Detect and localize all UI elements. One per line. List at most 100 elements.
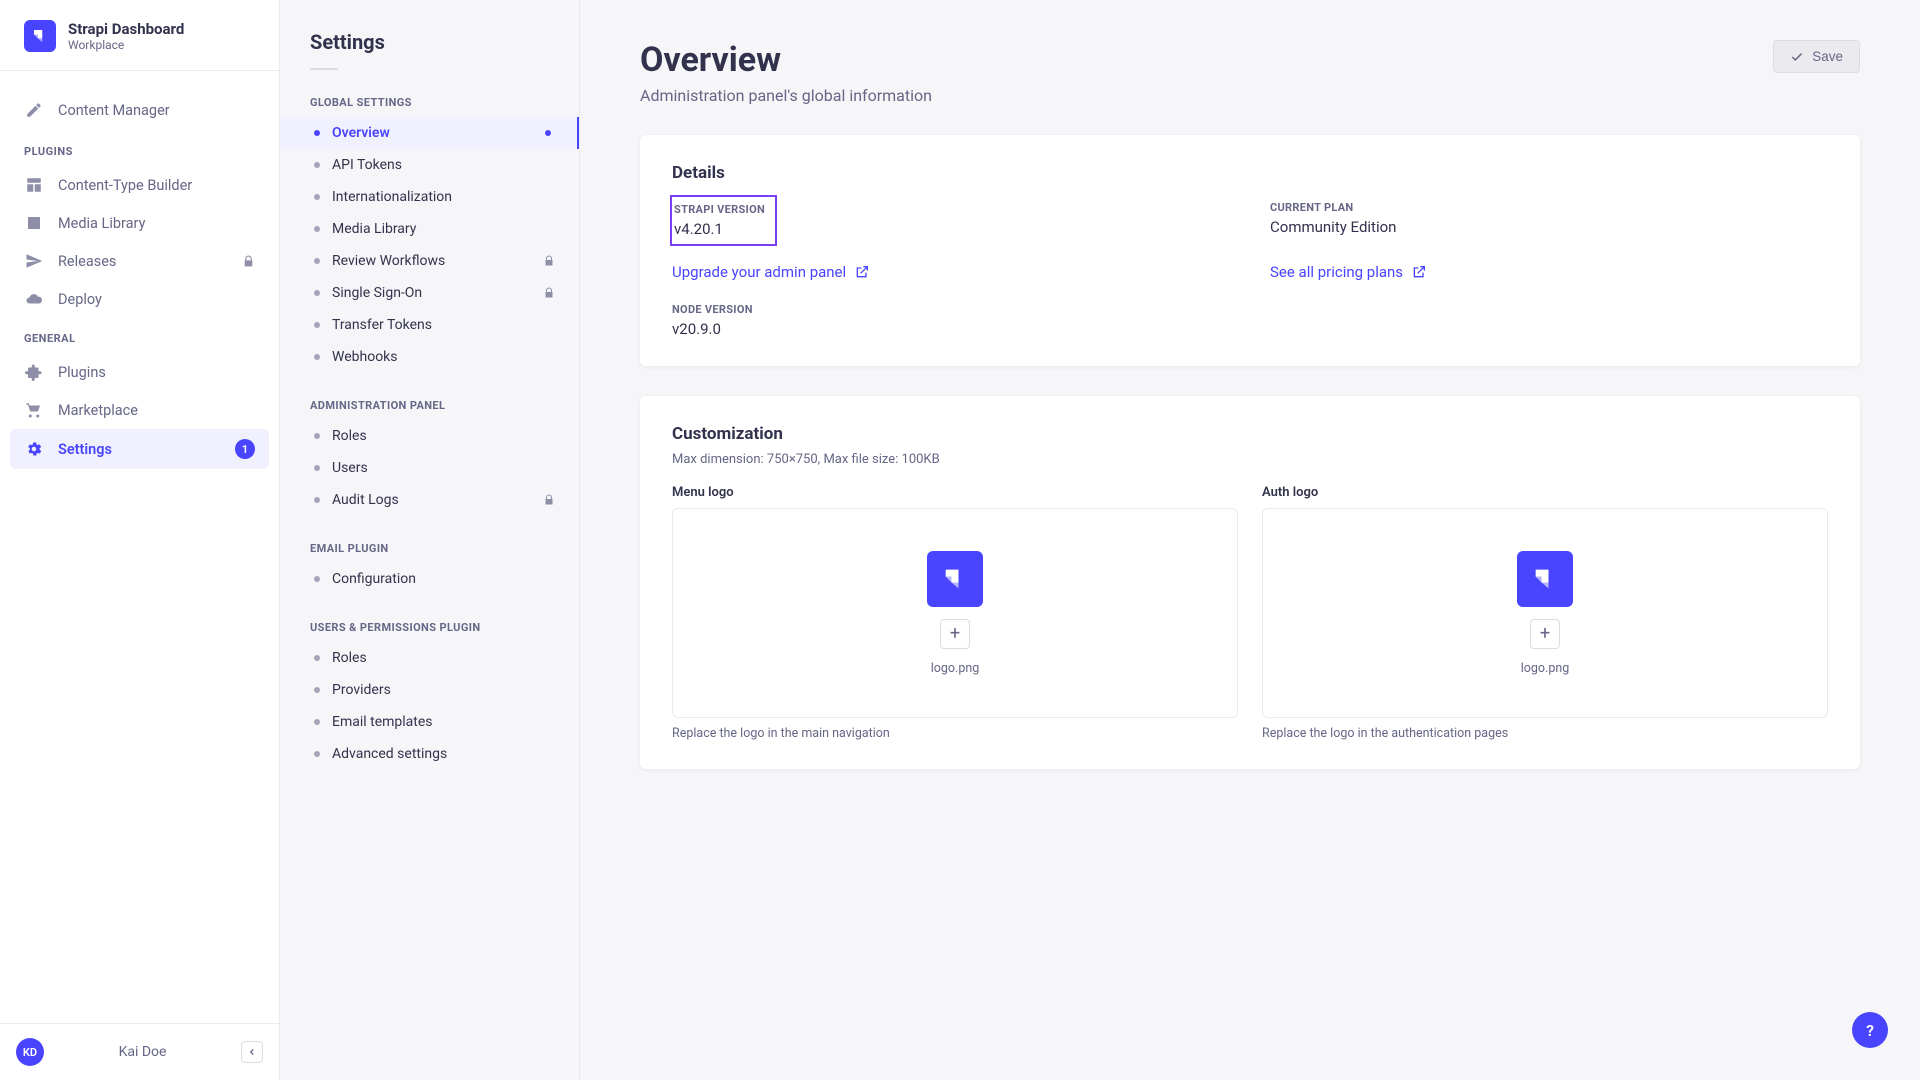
help-button[interactable]: ?: [1852, 1012, 1888, 1048]
lock-icon: [543, 255, 555, 267]
strapi-logo-icon: [24, 20, 56, 52]
sidebar-item-label: Releases: [58, 253, 116, 270]
check-icon: [1790, 50, 1804, 64]
main-sidebar: Strapi Dashboard Workplace Content Manag…: [0, 0, 280, 1080]
pricing-link[interactable]: See all pricing plans: [1270, 263, 1427, 281]
subnav-item-media[interactable]: Media Library: [280, 213, 579, 245]
subnav-item-api-tokens[interactable]: API Tokens: [280, 149, 579, 181]
pencil-square-icon: [24, 101, 44, 119]
page-title: Overview: [640, 40, 932, 80]
save-button[interactable]: Save: [1773, 40, 1860, 73]
details-heading: Details: [672, 163, 1828, 183]
sidebar-item-label: Marketplace: [58, 402, 138, 419]
customization-sub: Max dimension: 750×750, Max file size: 1…: [672, 452, 1828, 467]
sidebar-footer: KD Kai Doe: [0, 1023, 279, 1080]
current-plan-value: Community Edition: [1270, 218, 1828, 236]
menu-logo-filename: logo.png: [931, 661, 980, 676]
customization-card: Customization Max dimension: 750×750, Ma…: [640, 396, 1860, 769]
auth-logo-label: Auth logo: [1262, 485, 1828, 500]
external-link-icon: [1411, 264, 1427, 280]
sidebar-item-media[interactable]: Media Library: [10, 204, 269, 242]
subnav-item-sso[interactable]: Single Sign-On: [280, 277, 579, 309]
subnav-item-users-admin[interactable]: Users: [280, 452, 579, 484]
auth-logo-preview: [1517, 551, 1573, 607]
strapi-version-value: v4.20.1: [674, 220, 765, 238]
plus-icon: +: [950, 623, 960, 644]
subnav-item-transfer-tokens[interactable]: Transfer Tokens: [280, 309, 579, 341]
subnav-item-i18n[interactable]: Internationalization: [280, 181, 579, 213]
sidebar-item-label: Content Manager: [58, 102, 170, 119]
subnav-section-users-perm: USERS & PERMISSIONS PLUGIN: [280, 595, 579, 642]
current-plan-label: CURRENT PLAN: [1270, 201, 1828, 214]
sidebar-item-settings[interactable]: Settings 1: [10, 429, 269, 469]
menu-logo-label: Menu logo: [672, 485, 1238, 500]
save-button-label: Save: [1812, 49, 1843, 64]
lock-icon: [543, 287, 555, 299]
node-version-label: NODE VERSION: [672, 303, 1230, 316]
subnav-item-email-templates[interactable]: Email templates: [280, 706, 579, 738]
brand-header[interactable]: Strapi Dashboard Workplace: [0, 0, 279, 71]
sidebar-item-label: Settings: [58, 441, 112, 458]
strapi-version-highlight: STRAPI VERSION v4.20.1: [670, 195, 777, 246]
user-name: Kai Doe: [58, 1044, 227, 1060]
brand-subtitle: Workplace: [68, 38, 184, 52]
external-link-icon: [854, 264, 870, 280]
auth-logo-box: + logo.png: [1262, 508, 1828, 718]
sidebar-item-label: Content-Type Builder: [58, 177, 192, 194]
sidebar-item-marketplace[interactable]: Marketplace: [10, 391, 269, 429]
auth-logo-add-button[interactable]: +: [1530, 619, 1560, 649]
plus-icon: +: [1540, 623, 1550, 644]
subnav-section-admin: ADMINISTRATION PANEL: [280, 373, 579, 420]
settings-subnav: Settings GLOBAL SETTINGS Overview API To…: [280, 0, 580, 1080]
strapi-version-label: STRAPI VERSION: [674, 203, 765, 216]
sidebar-item-ctb[interactable]: Content-Type Builder: [10, 166, 269, 204]
paper-plane-icon: [24, 252, 44, 270]
subnav-item-roles-admin[interactable]: Roles: [280, 420, 579, 452]
sidebar-item-label: Media Library: [58, 215, 145, 232]
collapse-sidebar-button[interactable]: [241, 1041, 263, 1063]
brand-title: Strapi Dashboard: [68, 20, 184, 38]
main-content: Overview Administration panel's global i…: [580, 0, 1920, 1080]
subnav-item-roles-up[interactable]: Roles: [280, 642, 579, 674]
subnav-item-advanced[interactable]: Advanced settings: [280, 738, 579, 770]
sidebar-item-label: Deploy: [58, 291, 102, 308]
image-icon: [24, 214, 44, 232]
sidebar-item-releases[interactable]: Releases: [10, 242, 269, 280]
subnav-section-global: GLOBAL SETTINGS: [280, 70, 579, 117]
subnav-item-overview[interactable]: Overview: [280, 117, 579, 149]
sidebar-item-plugins[interactable]: Plugins: [10, 353, 269, 391]
subnav-item-audit-logs[interactable]: Audit Logs: [280, 484, 579, 516]
gear-icon: [24, 440, 44, 458]
cloud-icon: [24, 290, 44, 308]
sidebar-item-deploy[interactable]: Deploy: [10, 280, 269, 318]
details-card: Details STRAPI VERSION v4.20.1 CURRENT P…: [640, 135, 1860, 366]
settings-badge: 1: [235, 439, 255, 459]
subnav-item-webhooks[interactable]: Webhooks: [280, 341, 579, 373]
menu-logo-box: + logo.png: [672, 508, 1238, 718]
cart-icon: [24, 401, 44, 419]
sidebar-section-plugins: PLUGINS: [10, 131, 269, 166]
layout-icon: [24, 176, 44, 194]
subnav-item-providers[interactable]: Providers: [280, 674, 579, 706]
node-version-value: v20.9.0: [672, 320, 1230, 338]
auth-logo-help: Replace the logo in the authentication p…: [1262, 726, 1828, 741]
sidebar-item-content-manager[interactable]: Content Manager: [10, 89, 269, 131]
lock-icon: [242, 255, 255, 268]
menu-logo-preview: [927, 551, 983, 607]
menu-logo-help: Replace the logo in the main navigation: [672, 726, 1238, 741]
sidebar-item-label: Plugins: [58, 364, 106, 381]
subnav-section-email: EMAIL PLUGIN: [280, 516, 579, 563]
sidebar-section-general: GENERAL: [10, 318, 269, 353]
auth-logo-filename: logo.png: [1521, 661, 1570, 676]
user-avatar[interactable]: KD: [16, 1038, 44, 1066]
puzzle-icon: [24, 363, 44, 381]
lock-icon: [543, 494, 555, 506]
subnav-item-email-config[interactable]: Configuration: [280, 563, 579, 595]
active-indicator-icon: [545, 130, 551, 136]
question-icon: ?: [1866, 1021, 1874, 1040]
customization-heading: Customization: [672, 424, 1828, 444]
menu-logo-add-button[interactable]: +: [940, 619, 970, 649]
subnav-item-review-workflows[interactable]: Review Workflows: [280, 245, 579, 277]
page-subtitle: Administration panel's global informatio…: [640, 86, 932, 105]
upgrade-link[interactable]: Upgrade your admin panel: [672, 263, 870, 281]
